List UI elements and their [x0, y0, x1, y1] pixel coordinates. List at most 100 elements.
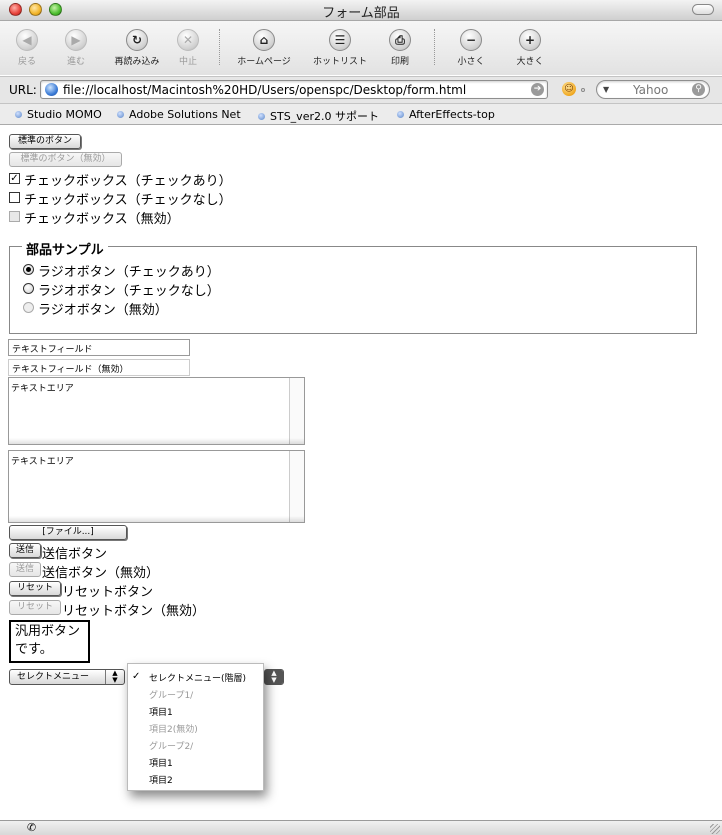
standard-button[interactable]: 標準のボタン — [9, 134, 81, 149]
select-menu-hierarchical[interactable]: ▲ ▼ — [264, 669, 284, 685]
text-field[interactable]: テキストフィールド — [8, 339, 190, 356]
toolbar-separator — [219, 29, 220, 65]
bookmarks-bar: Studio MOMO Adobe Solutions Net STS_ver2… — [0, 104, 722, 125]
bookmark-label: AfterEffects-top — [409, 108, 495, 121]
select-popup-menu: ✓ セレクトメニュー(階層) グループ1/ 項目1 項目2(無効) グループ2/ … — [127, 663, 264, 791]
search-input[interactable]: ▼ Yahoo ⚲ — [596, 80, 710, 99]
bookmark-item[interactable]: STS_ver2.0 サポート — [258, 108, 379, 124]
search-icon[interactable]: ⚲ — [692, 83, 705, 96]
checkbox-label: チェックボックス（チェックあり） — [24, 174, 232, 189]
select-arrows-icon: ▲ ▼ — [265, 670, 283, 684]
radio-label: ラジオボタン（無効） — [38, 303, 168, 318]
bookmark-item[interactable]: AfterEffects-top — [397, 108, 495, 121]
textarea-scrollbar[interactable] — [289, 451, 304, 522]
forward-button[interactable]: ▶ 進む — [46, 29, 106, 67]
smiley-icon[interactable]: ☺ — [562, 82, 576, 96]
printer-icon: ⎙ — [389, 29, 411, 51]
url-text: file://localhost/Macintosh%20HD/Users/op… — [63, 83, 467, 97]
select-arrows-icon: ▲ ▼ — [105, 670, 124, 684]
generic-button[interactable]: 汎用ボタン です。 — [9, 620, 90, 663]
radio-label: ラジオボタン（チェックあり） — [38, 265, 220, 280]
popup-menu-item-label: 項目1 — [149, 708, 173, 718]
popup-menu-item-label: 項目2(無効) — [149, 725, 198, 735]
search-placeholder: Yahoo — [633, 83, 669, 97]
title-bar: フォーム部品 — [0, 0, 722, 21]
stop-button[interactable]: ✕ 中止 — [158, 29, 218, 67]
resize-grip-icon[interactable] — [710, 824, 720, 834]
hotlist-label: ホットリスト — [312, 57, 367, 67]
print-button[interactable]: ⎙ 印刷 — [370, 29, 430, 67]
bookmark-label: STS_ver2.0 サポート — [270, 110, 379, 123]
select-menu[interactable]: セレクトメニュー ▲ ▼ — [9, 669, 125, 685]
radio-unchecked[interactable] — [23, 283, 34, 294]
stop-label: 中止 — [178, 57, 197, 67]
reset-button[interactable]: リセット — [9, 581, 61, 596]
smaller-text-button[interactable]: − 小さく — [441, 29, 501, 67]
popup-menu-item-label: グループ1/ — [149, 691, 194, 701]
generic-button-text: 汎用ボタン — [15, 624, 81, 639]
bookmark-item[interactable]: Adobe Solutions Net — [117, 108, 241, 121]
generic-button-text: です。 — [15, 642, 53, 657]
phone-icon: ✆ — [27, 821, 37, 834]
textarea-shadow — [9, 438, 304, 444]
forward-label: 進む — [66, 57, 85, 67]
popup-menu-item-label: グループ2/ — [149, 742, 194, 752]
smaller-label: 小さく — [457, 57, 485, 67]
toolbar: ◀ 戻る ▶ 進む ↻ 再読み込み ✕ 中止 ⌂ ホームページ ☰ ホットリスト… — [0, 21, 722, 75]
textarea-1[interactable]: テキストエリア — [8, 377, 305, 445]
hotlist-button[interactable]: ☰ ホットリスト — [310, 29, 370, 67]
checkbox-label: チェックボックス（チェックなし） — [24, 193, 232, 208]
bookmark-item[interactable]: Studio MOMO — [15, 108, 102, 121]
window-title: フォーム部品 — [322, 6, 400, 21]
submit-button[interactable]: 送信 — [9, 543, 41, 558]
browser-window: フォーム部品 ◀ 戻る ▶ 進む ↻ 再読み込み ✕ 中止 ⌂ ホームページ ☰… — [0, 0, 722, 835]
submit-label: 送信ボタン — [42, 547, 108, 562]
url-label: URL: — [9, 83, 37, 97]
larger-label: 大きく — [516, 57, 544, 67]
list-icon: ☰ — [329, 29, 351, 51]
radio-label: ラジオボタン（チェックなし） — [38, 284, 220, 299]
home-button[interactable]: ⌂ ホームページ — [234, 29, 294, 67]
status-dot-icon — [581, 88, 585, 92]
reload-icon: ↻ — [126, 29, 148, 51]
reset-label: リセットボタン — [62, 585, 154, 600]
checkmark-icon: ✓ — [132, 671, 141, 682]
textarea-scrollbar[interactable] — [289, 378, 304, 444]
radio-checked[interactable] — [23, 264, 34, 275]
checkbox-unchecked[interactable] — [9, 192, 20, 203]
submit-button-disabled: 送信 — [9, 562, 41, 577]
forward-arrow-icon: ▶ — [65, 29, 87, 51]
bookmark-label: Adobe Solutions Net — [129, 108, 241, 121]
popup-menu-item-label: セレクトメニュー(階層) — [149, 674, 247, 684]
dropdown-triangle-icon[interactable]: ▼ — [603, 85, 609, 94]
globe-icon — [45, 83, 58, 96]
bookmark-dot-icon — [258, 113, 265, 120]
go-arrow-icon[interactable]: ➔ — [531, 83, 544, 96]
radio-disabled — [23, 302, 34, 313]
minus-icon: − — [460, 29, 482, 51]
bookmark-dot-icon — [15, 111, 22, 118]
back-arrow-icon: ◀ — [16, 29, 38, 51]
popup-menu-item-label: 項目1 — [149, 759, 173, 769]
address-bar: URL: file://localhost/Macintosh%20HD/Use… — [0, 76, 722, 104]
page-content: 標準のボタン 標準のボタン（無効） ✓ チェックボックス（チェックあり） チェッ… — [0, 125, 722, 820]
toolbar-toggle-button[interactable] — [692, 4, 714, 15]
toolbar-separator — [434, 29, 435, 65]
home-icon: ⌂ — [253, 29, 275, 51]
text-field-disabled: テキストフィールド（無効） — [8, 359, 190, 376]
textarea-2-text: テキストエリア — [11, 457, 74, 467]
stop-icon: ✕ — [177, 29, 199, 51]
larger-text-button[interactable]: + 大きく — [500, 29, 560, 67]
reset-button-disabled: リセット — [9, 600, 61, 615]
textarea-1-text: テキストエリア — [11, 384, 74, 394]
file-button[interactable]: [ファイル...] — [9, 525, 127, 540]
fieldset-legend: 部品サンプル — [22, 239, 108, 258]
status-bar: ✆ — [0, 820, 722, 835]
checkbox-disabled — [9, 211, 20, 222]
plus-icon: + — [519, 29, 541, 51]
url-input[interactable]: file://localhost/Macintosh%20HD/Users/op… — [40, 80, 548, 99]
checkbox-checked[interactable]: ✓ — [9, 173, 20, 184]
bookmark-dot-icon — [397, 111, 404, 118]
textarea-2[interactable]: テキストエリア — [8, 450, 305, 523]
bookmark-dot-icon — [117, 111, 124, 118]
